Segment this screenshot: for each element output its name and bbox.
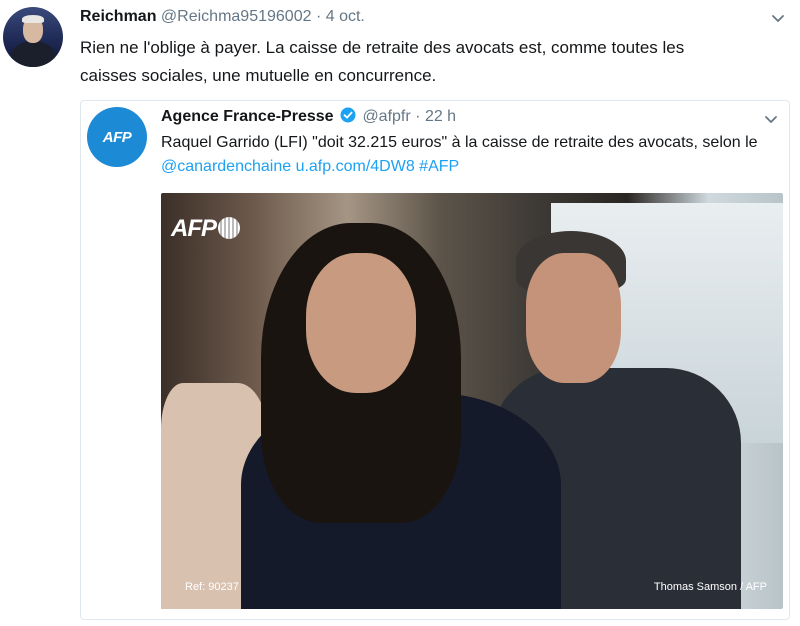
chevron-down-icon[interactable] — [763, 111, 779, 127]
tweet-text-line: Rien ne l'oblige à payer. La caisse de r… — [80, 38, 685, 57]
author-handle[interactable]: @Reichma95196002 — [161, 8, 312, 25]
photo-ref: Ref: 90237 — [185, 581, 239, 593]
author-name[interactable]: Reichman — [80, 8, 156, 25]
hashtag-link[interactable]: #AFP — [419, 158, 459, 175]
chevron-down-icon[interactable] — [770, 10, 786, 26]
tweet-date[interactable]: 4 oct. — [326, 8, 365, 25]
tweet-header: Reichman @Reichma95196002 · 4 oct. — [80, 8, 365, 26]
tweet-text: Rien ne l'oblige à payer. La caisse de r… — [80, 34, 780, 90]
mention-link[interactable]: @canardenchaine — [161, 158, 291, 175]
afp-avatar[interactable]: AFP — [87, 107, 147, 167]
quoted-author-name[interactable]: Agence France-Presse — [161, 108, 334, 125]
quoted-text: Raquel Garrido (LFI) "doit 32.215 euros"… — [161, 131, 781, 179]
header-separator: · — [315, 8, 322, 25]
quoted-separator: · — [415, 108, 421, 125]
afp-photo-logo: AFP — [171, 215, 240, 243]
quoted-tweet[interactable]: AFP Agence France-Presse @afpfr · 22 h R… — [80, 100, 790, 620]
tweet-photo[interactable]: AFP Ref: 90237 Thomas Samson / AFP — [161, 193, 783, 609]
photo-credit: Thomas Samson / AFP — [653, 581, 767, 593]
url-link[interactable]: u.afp.com/4DW8 — [296, 158, 415, 175]
quoted-date[interactable]: 22 h — [425, 108, 456, 125]
tweet-text-line: caisses sociales, une mutuelle en concur… — [80, 66, 437, 85]
author-avatar[interactable] — [3, 7, 63, 67]
tweet: Reichman @Reichma95196002 · 4 oct. Rien … — [0, 0, 800, 626]
quoted-author-handle[interactable]: @afpfr — [362, 108, 410, 125]
quoted-header: Agence France-Presse @afpfr · 22 h — [161, 107, 456, 126]
quoted-links-line: @canardenchaine u.afp.com/4DW8 #AFP — [161, 155, 781, 179]
verified-badge-icon — [340, 107, 356, 123]
quoted-text-line: Raquel Garrido (LFI) "doit 32.215 euros"… — [161, 134, 758, 151]
